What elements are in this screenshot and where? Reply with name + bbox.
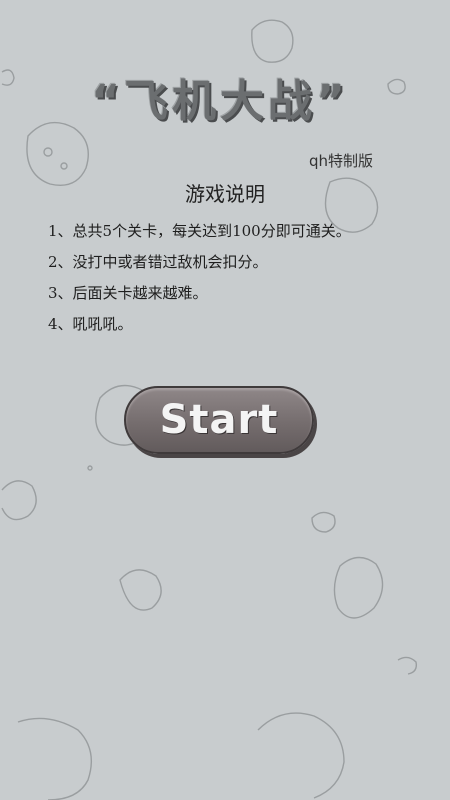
instructions-heading: 游戏说明 [185, 182, 265, 206]
rules-list: 1、总共5个关卡，每关达到100分即可通关。 2、没打中或者错过敌机会扣分。 3… [48, 218, 351, 342]
asteroid-doodle [333, 556, 384, 619]
asteroid-doodle [387, 78, 406, 95]
asteroid-doodle [257, 712, 345, 799]
asteroid-doodle [311, 511, 336, 533]
rule-item: 4、吼吼吼。 [48, 315, 133, 333]
asteroid-doodle [17, 717, 92, 800]
rule-item: 1、总共5个关卡，每关达到100分即可通关。 [48, 222, 351, 240]
game-title: “飞机大战” [91, 76, 349, 127]
edition-label: qh特制版 [309, 152, 374, 170]
start-button[interactable]: Start [124, 386, 314, 454]
asteroid-doodle [1, 69, 15, 86]
rule-item: 2、没打中或者错过敌机会扣分。 [48, 253, 268, 271]
start-button-label: Start [159, 397, 279, 443]
rule-item: 3、后面关卡越来越难。 [48, 284, 208, 302]
asteroid-doodle [1, 480, 37, 521]
asteroid-doodle [119, 569, 162, 611]
asteroid-doodle [251, 19, 294, 63]
asteroid-doodle [397, 656, 418, 675]
